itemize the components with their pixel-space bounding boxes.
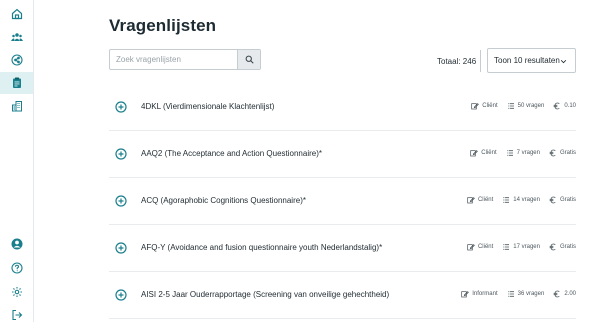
respondent-info: Informant [461,290,498,298]
plus-circle-icon [115,195,127,207]
question-count: 17 vragen [513,244,540,250]
price-info: 2.00 [553,290,576,298]
euro-icon [553,102,560,110]
questionnaire-meta: Cliënt 7 vragen Gratis [470,149,576,157]
questionnaire-name: AFQ-Y (Avoidance and fusion questionnair… [141,243,383,252]
questionnaire-meta: Cliënt 50 vragen 0.10 [471,102,576,110]
questionnaire-meta: Cliënt 17 vragen Gratis [467,243,576,251]
questionnaire-name: ACQ (Agoraphobic Cognitions Questionnair… [141,196,306,205]
nav-users[interactable] [0,26,33,48]
users-icon [10,33,23,41]
help-icon [10,262,23,274]
nav-home[interactable] [0,3,33,25]
price-info: Gratis [549,196,576,204]
edit-form-icon [467,197,475,204]
question-count: 36 vragen [517,291,545,297]
respondent-label: Cliënt [477,244,494,250]
nav-help[interactable] [0,257,33,279]
questionnaire-name: 4DKL (Vierdimensionale Klachtenlijst) [141,102,275,111]
list-icon [507,291,514,297]
price: 0.10 [564,103,576,109]
logout-icon [11,309,22,321]
respondent-label: Cliënt [477,197,494,203]
clipboard-icon [12,77,21,88]
question-count-info: 7 vragen [506,149,540,157]
respondent-label: Cliënt [481,150,497,156]
question-count: 50 vragen [517,103,545,109]
euro-icon [553,290,560,298]
home-icon [11,8,22,20]
nav-questionnaires[interactable] [0,72,33,94]
add-questionnaire-button[interactable] [115,288,127,301]
respondent-info: Cliënt [471,102,498,110]
questionnaire-meta: Cliënt 14 vragen Gratis [467,196,576,204]
plus-circle-icon [115,148,127,160]
total-count: Totaal: 246 [437,57,477,66]
list-icon [507,103,514,109]
list-icon [503,197,510,203]
euro-icon [549,196,556,204]
add-questionnaire-button[interactable] [115,147,127,160]
nav-profile[interactable] [0,233,33,255]
price-info: Gratis [549,149,576,157]
question-count-info: 14 vragen [502,196,540,204]
edit-form-icon [461,291,470,298]
list-icon [503,244,510,250]
buildings-icon [11,101,22,112]
share-icon [10,54,23,66]
search-icon [245,55,254,64]
euro-icon [549,149,556,157]
edit-form-icon [471,103,480,110]
add-questionnaire-button[interactable] [115,241,127,254]
respondent-label: Informant [472,291,498,297]
questionnaire-name: AISI 2-5 Jaar Ouderrapportage (Screening… [141,290,390,299]
nav-organizations[interactable] [0,95,33,117]
search-input[interactable] [110,50,237,69]
nav-share[interactable] [0,49,33,71]
nav-settings[interactable] [0,281,33,303]
search-bar [109,49,261,70]
edit-form-icon [470,150,479,157]
questionnaire-meta: Informant 36 vragen 2.00 [461,290,576,298]
question-count-info: 17 vragen [502,243,540,251]
price-info: Gratis [549,243,576,251]
question-count-info: 50 vragen [507,102,545,110]
gear-icon [11,287,22,297]
price: Gratis [559,150,576,156]
respondent-label: Cliënt [482,103,498,109]
edit-form-icon [467,244,475,251]
plus-circle-icon [115,289,127,301]
plus-circle-icon [115,101,127,113]
add-questionnaire-button[interactable] [115,194,127,207]
page-size-value: Toon 10 resultaten [494,56,560,65]
avatar-icon [11,238,22,250]
respondent-info: Cliënt [467,196,493,204]
price: 2.00 [564,291,576,297]
add-questionnaire-button[interactable] [115,100,127,113]
questionnaire-row[interactable]: AFQ-Y (Avoidance and fusion questionnair… [109,225,576,272]
nav-logout[interactable] [0,304,33,322]
price-info: 0.10 [553,102,576,110]
search-button[interactable] [237,50,260,69]
questionnaire-row[interactable]: AAQ2 (The Acceptance and Action Question… [109,131,576,178]
respondent-info: Cliënt [470,149,497,157]
euro-icon [549,243,556,251]
page-size-select[interactable]: Toon 10 resultaten [487,48,576,73]
plus-circle-icon [115,242,127,254]
sidebar [0,0,34,322]
question-count: 7 vragen [516,150,540,156]
chevron-down-icon [560,60,567,64]
question-count: 14 vragen [513,197,540,203]
divider [480,50,481,72]
questionnaire-row[interactable]: 4DKL (Vierdimensionale Klachtenlijst) Cl… [109,84,576,131]
questionnaire-row[interactable]: ACQ (Agoraphobic Cognitions Questionnair… [109,178,576,225]
list-icon [506,150,513,156]
price: Gratis [559,244,576,250]
questionnaire-row[interactable]: AISI 2-5 Jaar Ouderrapportage (Screening… [109,272,576,319]
question-count-info: 36 vragen [507,290,545,298]
price: Gratis [559,197,576,203]
page-title: Vragenlijsten [109,16,217,35]
respondent-info: Cliënt [467,243,493,251]
questionnaire-name: AAQ2 (The Acceptance and Action Question… [141,149,322,158]
